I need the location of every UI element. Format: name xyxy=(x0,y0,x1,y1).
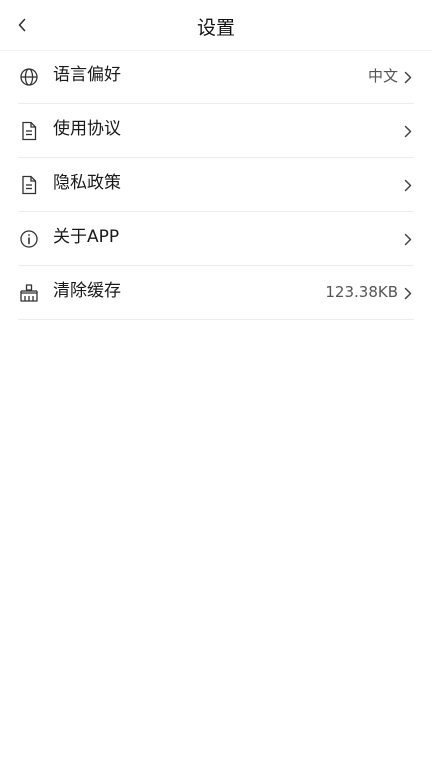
settings-item-label: 使用协议 xyxy=(53,119,121,139)
settings-item-language[interactable]: 语言偏好 中文 xyxy=(18,50,414,104)
settings-list: 语言偏好 中文 使用协议 隐私政策 关于APP 清除缓存 123.38KB xyxy=(18,50,414,320)
chevron-right-icon xyxy=(402,177,414,193)
settings-item-user-agreement[interactable]: 使用协议 xyxy=(18,104,414,158)
chevron-right-icon xyxy=(402,285,414,301)
settings-item-about[interactable]: 关于APP xyxy=(18,212,414,266)
settings-item-label: 语言偏好 xyxy=(53,65,121,85)
document-icon xyxy=(18,174,40,196)
cache-size-value: 123.38KB xyxy=(325,283,398,301)
settings-item-label: 隐私政策 xyxy=(53,173,121,193)
chevron-right-icon xyxy=(402,231,414,247)
top-bar: 设置 xyxy=(0,0,432,51)
broom-icon xyxy=(18,282,40,304)
language-value: 中文 xyxy=(367,67,398,85)
info-icon xyxy=(18,228,40,250)
settings-item-label: 关于APP xyxy=(53,227,120,247)
settings-item-privacy-policy[interactable]: 隐私政策 xyxy=(18,158,414,212)
chevron-right-icon xyxy=(402,123,414,139)
document-icon xyxy=(18,120,40,142)
globe-icon xyxy=(18,66,40,88)
settings-item-label: 清除缓存 xyxy=(53,281,121,301)
settings-item-clear-cache[interactable]: 清除缓存 123.38KB xyxy=(18,266,414,320)
chevron-right-icon xyxy=(402,69,414,85)
page-title: 设置 xyxy=(196,17,235,39)
